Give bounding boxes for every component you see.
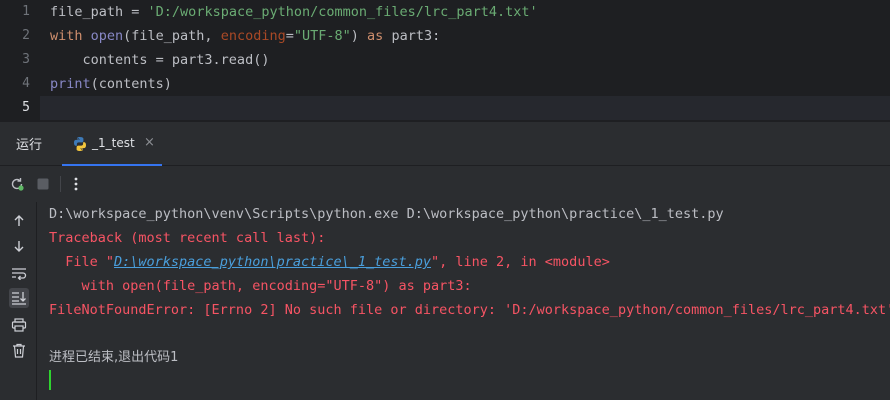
line-number: 3 (22, 52, 30, 67)
code-token: part3: (391, 28, 441, 44)
code-token: open (90, 28, 124, 44)
code-token: = (285, 28, 294, 44)
code-token: "UTF-8" (293, 28, 351, 44)
code-line[interactable]: file_path = 'D:/workspace_python/common_… (50, 0, 538, 24)
console-output[interactable]: D:\workspace_python\venv\Scripts\python.… (38, 202, 890, 400)
code-token: (contents) (90, 76, 172, 92)
traceback-code-echo: with open(file_path, encoding="UTF-8") a… (49, 278, 472, 294)
code-token: 'D:/workspace_python/common_files/lrc_pa… (147, 4, 538, 20)
arrow-up-icon[interactable] (9, 211, 29, 231)
code-line[interactable]: print(contents) (50, 72, 172, 96)
code-editor[interactable]: 1 2 3 4 5 file_path = 'D:/workspace_pyth… (0, 0, 890, 122)
code-token: (file_path, (123, 28, 221, 44)
traceback-file-line: File "D:\workspace_python\practice\_1_te… (49, 250, 610, 274)
code-token: as (367, 28, 392, 44)
exit-message: 进程已结束,退出代码1 (49, 350, 179, 365)
code-token: with (50, 28, 91, 44)
code-token: contents = part3.read() (50, 52, 270, 68)
error-message: FileNotFoundError: [Errno 2] No such fil… (49, 302, 890, 318)
code-line[interactable]: contents = part3.read() (50, 48, 270, 72)
python-icon (72, 136, 88, 152)
file-suffix: ", line 2, in <module> (431, 254, 610, 270)
run-tool-window-header: 运行 _1_test × (0, 122, 890, 166)
source-file-link[interactable]: D:\workspace_python\practice\_1_test.py (114, 254, 431, 270)
run-toolbar (0, 166, 890, 202)
line-number: 4 (22, 76, 30, 91)
print-icon[interactable] (9, 315, 29, 335)
command-line: D:\workspace_python\venv\Scripts\python.… (49, 206, 724, 222)
scroll-to-end-icon[interactable] (9, 288, 29, 308)
stop-icon[interactable] (34, 175, 52, 193)
console-side-toolbar (0, 202, 37, 400)
code-token: ) (350, 28, 368, 44)
code-token: file_path = (50, 4, 148, 20)
line-gutter: 1 2 3 4 5 (0, 0, 40, 122)
file-prefix: File " (49, 254, 115, 270)
code-token: encoding (220, 28, 286, 44)
arrow-down-icon[interactable] (9, 236, 29, 256)
tool-window-title: 运行 (16, 138, 43, 153)
tab-run-config[interactable]: _1_test × (62, 122, 162, 166)
soft-wrap-icon[interactable] (9, 263, 29, 283)
close-icon[interactable]: × (144, 135, 155, 150)
code-token: print (50, 76, 91, 92)
trash-icon[interactable] (9, 340, 29, 360)
text-cursor (49, 370, 51, 390)
rerun-icon[interactable] (8, 175, 26, 193)
more-options-icon[interactable] (67, 175, 85, 193)
code-line[interactable]: with open(file_path, encoding="UTF-8") a… (50, 24, 440, 48)
line-number: 5 (22, 100, 30, 115)
current-line-highlight (0, 96, 890, 120)
line-number: 2 (22, 28, 30, 43)
line-number: 1 (22, 4, 30, 19)
toolbar-separator (60, 176, 61, 192)
tab-label: _1_test (92, 136, 135, 150)
traceback-header: Traceback (most recent call last): (49, 230, 326, 246)
